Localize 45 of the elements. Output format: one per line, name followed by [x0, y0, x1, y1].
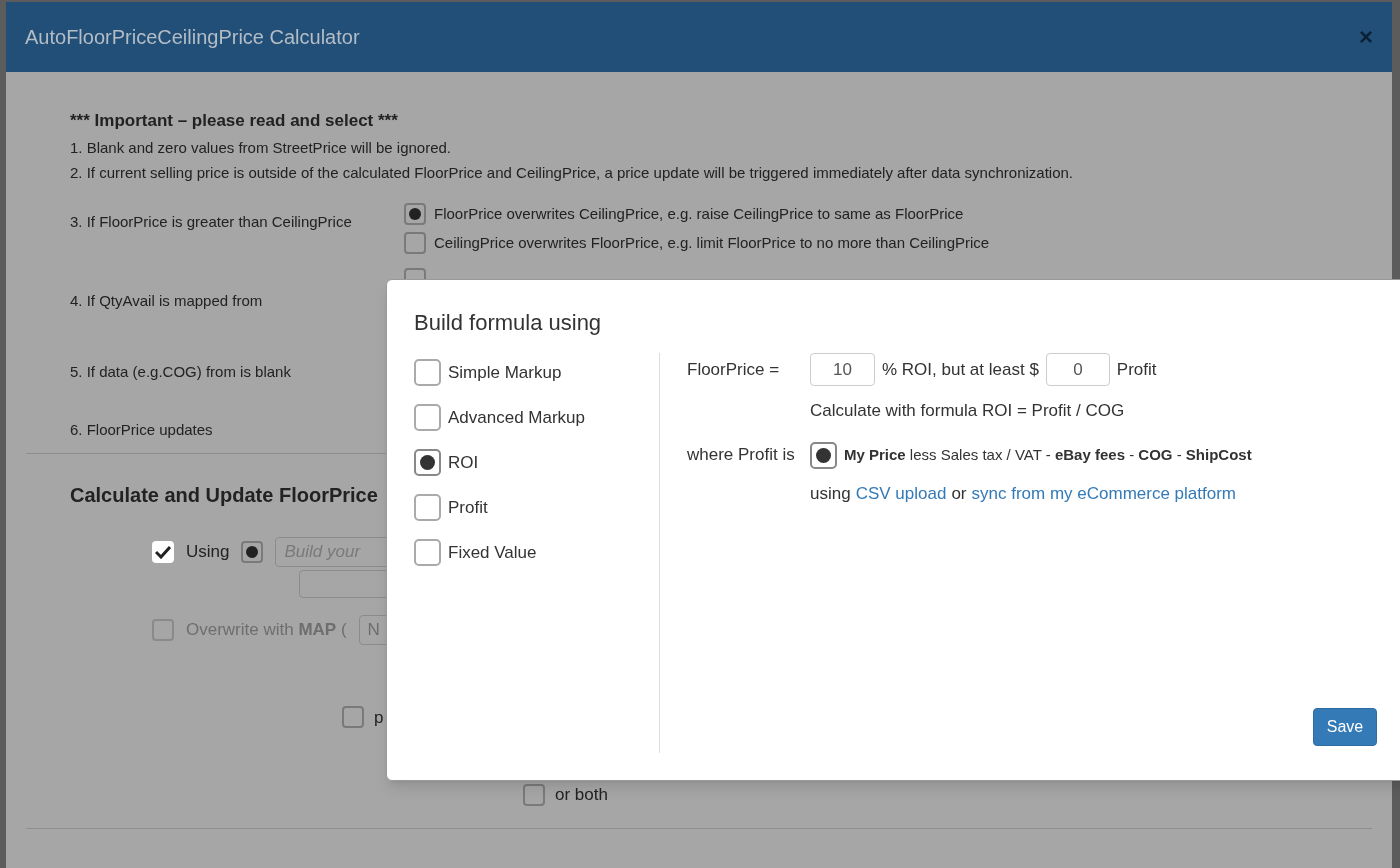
checkbox[interactable] — [523, 783, 545, 806]
roi-field[interactable]: 10 — [810, 353, 875, 386]
profit-formula: My Price less Sales tax / VAT - eBay fees - COG - ShipCost — [844, 444, 1252, 465]
where-label: where Profit is — [687, 444, 796, 467]
overwrite-label: Overwrite with MAP ( — [186, 618, 347, 641]
sync-link[interactable]: sync from my eCommerce platform — [971, 480, 1236, 506]
radio-button[interactable] — [414, 494, 441, 521]
floorprice-label: FloorPrice = — [687, 358, 781, 381]
radio-button[interactable] — [404, 232, 426, 255]
profit-text: Profit — [1116, 358, 1157, 381]
option-label: or both — [555, 784, 608, 806]
csv-upload-link[interactable]: CSV upload — [855, 480, 947, 506]
method-label: ROI — [448, 451, 479, 474]
option-label: CeilingPrice overwrites FloorPrice, e.g. limit FloorPrice to no more than CeilingPrice — [434, 233, 990, 253]
option-label: p — [374, 706, 384, 729]
radio-button[interactable] — [404, 202, 426, 225]
modal-title: AutoFloorPriceCeilingPrice Calculator — [25, 25, 360, 50]
using-label: Using — [186, 540, 230, 563]
setting-label: 5. If data (e.g.COG) from is blank — [70, 362, 291, 380]
method-label: Profit — [448, 496, 488, 519]
radio-button[interactable] — [414, 539, 441, 566]
radio-button[interactable] — [414, 449, 441, 476]
radio-button[interactable] — [414, 359, 441, 386]
setting-label: 6. FloorPrice updates — [70, 420, 213, 438]
checkbox[interactable] — [342, 706, 364, 729]
dialog-title: Build formula using — [414, 309, 603, 337]
formula-note: Calculate with formula ROI = Profit / COG — [810, 400, 1126, 422]
radio-button[interactable] — [414, 404, 441, 431]
min-profit-field[interactable]: 0 — [1045, 353, 1110, 386]
radio-button[interactable] — [241, 540, 264, 563]
note-text: 1. Blank and zero values from StreetPrice will be ignored. — [70, 137, 453, 158]
roi-text: % ROI, but at least $ — [882, 358, 1039, 381]
radio-button[interactable] — [810, 441, 837, 469]
save-button[interactable]: Save — [1313, 708, 1377, 746]
section-title: Calculate and Update FloorPrice — [70, 482, 378, 508]
section-heading: *** Important – please read and select *** — [70, 110, 399, 132]
option-label: FloorPrice overwrites CeilingPrice, e.g. raise CeilingPrice to same as FloorPrice — [434, 203, 964, 224]
setting-label: 4. If QtyAvail is mapped from — [70, 291, 263, 309]
method-label: Advanced Markup — [448, 406, 586, 429]
using-text: using — [810, 482, 851, 505]
note-text: 2. If current selling price is outside of the calculated FloorPrice and CeilingPrice, a price update will be triggered immediately after data synchronization. — [70, 163, 1074, 183]
or-text: or — [951, 482, 967, 505]
method-label: Fixed Value — [448, 541, 537, 564]
method-label: Simple Markup — [448, 361, 562, 384]
setting-label: 3. If FloorPrice is greater than CeilingPrice — [70, 212, 352, 230]
